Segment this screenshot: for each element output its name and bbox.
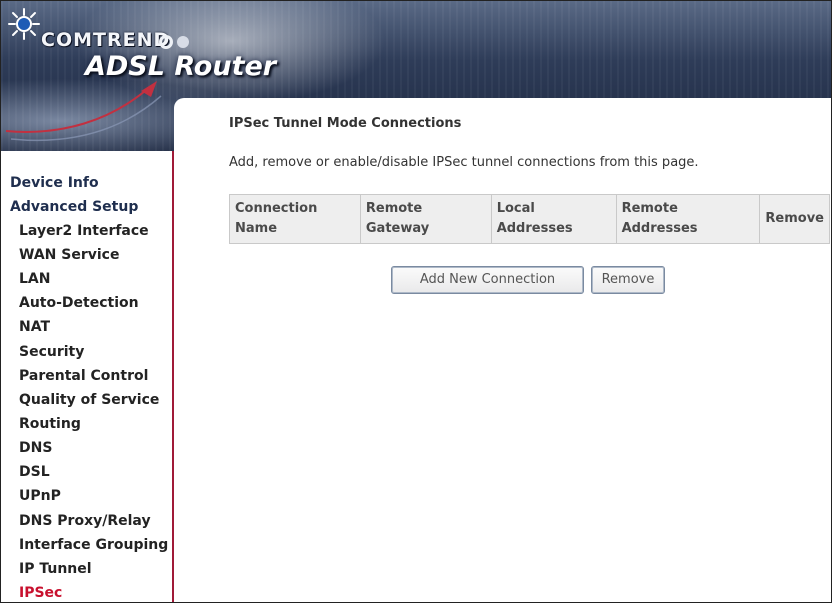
nav-layer2-interface[interactable]: Layer2 Interface <box>19 223 149 239</box>
col-header-line: Name <box>235 221 278 236</box>
nav-auto-detection[interactable]: Auto-Detection <box>19 295 139 311</box>
sun-logo-icon <box>8 8 40 40</box>
col-remote-addresses: Remote Addresses <box>615 194 761 244</box>
nav-wan-service[interactable]: WAN Service <box>19 247 119 263</box>
nav-device-info[interactable]: Device Info <box>10 175 99 191</box>
nav-interface-grouping[interactable]: Interface Grouping <box>19 537 168 553</box>
col-local-addresses: Local Addresses <box>490 194 617 244</box>
nav-nat[interactable]: NAT <box>19 319 50 335</box>
router-web-ui: COMTREND ADSL Router Device Info Advance… <box>0 0 832 603</box>
add-new-connection-button[interactable]: Add New Connection <box>391 266 584 294</box>
col-remove: Remove <box>759 194 830 244</box>
nav-advanced-setup[interactable]: Advanced Setup <box>10 199 138 215</box>
nav-lan[interactable]: LAN <box>19 271 50 287</box>
col-connection-name: Connection Name <box>229 194 361 244</box>
col-header-line: Remote <box>621 201 678 216</box>
nav-dns-proxy-relay[interactable]: DNS Proxy/Relay <box>19 513 151 529</box>
col-header-line: Connection <box>235 201 318 216</box>
nav-dns[interactable]: DNS <box>19 440 52 456</box>
col-header-line: Gateway <box>365 221 430 236</box>
table-header-row: Connection Name Remote Gateway Local Add… <box>229 194 830 244</box>
col-header-line: Addresses <box>621 221 698 236</box>
sidebar-nav: Device Info Advanced Setup Layer2 Interf… <box>1 151 174 602</box>
page-title: IPSec Tunnel Mode Connections <box>229 116 462 131</box>
main-content: IPSec Tunnel Mode Connections Add, remov… <box>174 98 831 602</box>
ipsec-connections-table: Connection Name Remote Gateway Local Add… <box>229 194 830 244</box>
col-header-line: Remote <box>365 201 423 216</box>
col-header-line: Addresses <box>496 221 573 236</box>
brand-dots-icon <box>159 31 199 49</box>
col-remote-gateway: Remote Gateway <box>359 194 492 244</box>
page-description: Add, remove or enable/disable IPSec tunn… <box>229 155 699 170</box>
nav-security[interactable]: Security <box>19 344 84 360</box>
nav-ip-tunnel[interactable]: IP Tunnel <box>19 561 92 577</box>
nav-ipsec[interactable]: IPSec <box>19 585 62 601</box>
nav-quality-of-service[interactable]: Quality of Service <box>19 392 159 408</box>
col-header-line: Local <box>496 201 535 216</box>
nav-routing[interactable]: Routing <box>19 416 81 432</box>
remove-button[interactable]: Remove <box>591 266 665 294</box>
nav-upnp[interactable]: UPnP <box>19 488 61 504</box>
nav-dsl[interactable]: DSL <box>19 464 50 480</box>
nav-parental-control[interactable]: Parental Control <box>19 368 148 384</box>
brand-name: COMTREND <box>41 29 171 51</box>
product-title: ADSL Router <box>85 51 277 82</box>
